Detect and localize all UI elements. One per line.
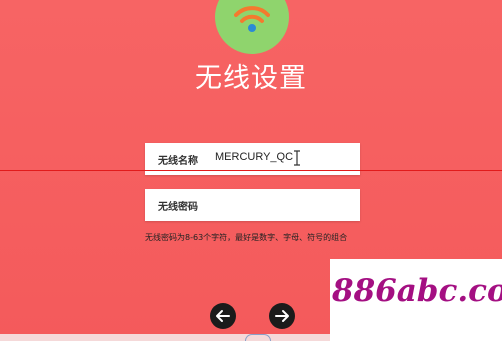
arrow-left-icon [216, 310, 230, 322]
wireless-settings-screen: 无线设置 无线名称 MERCURY_QC 无线密码 无线密码为8-63个字符，最… [0, 0, 502, 341]
page-title: 无线设置 [195, 63, 307, 94]
prev-button[interactable] [210, 303, 236, 329]
ssid-label: 无线名称 [158, 156, 198, 167]
wifi-icon [234, 6, 270, 32]
password-field[interactable]: 无线密码 [145, 189, 360, 221]
wifi-logo [215, 0, 289, 54]
arrow-right-icon [275, 310, 289, 322]
password-hint: 无线密码为8-63个字符，最好是数字、字母、符号的组合 [145, 233, 348, 242]
watermark-text: 886abc.com [332, 273, 502, 309]
bottom-oval [245, 334, 271, 341]
next-button[interactable] [269, 303, 295, 329]
ssid-input[interactable]: MERCURY_QC [215, 151, 293, 163]
password-label: 无线密码 [158, 202, 198, 213]
divider-line [0, 170, 502, 171]
watermark: 886abc.com [330, 259, 502, 341]
text-cursor-icon [294, 150, 300, 166]
